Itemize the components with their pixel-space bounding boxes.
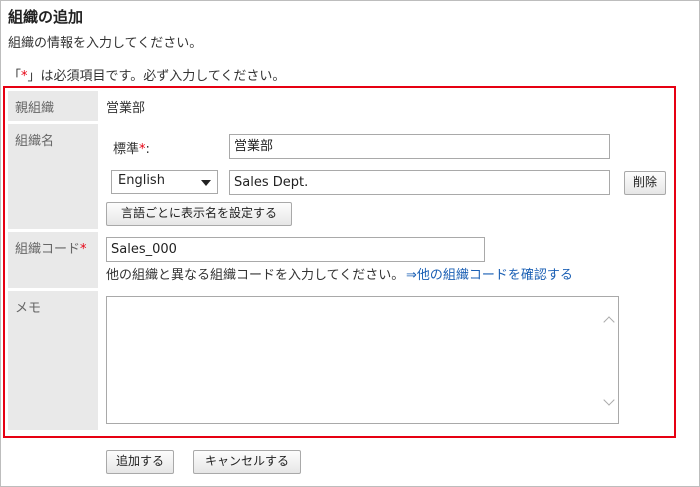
org-code-asterisk: * [80,242,87,257]
standard-label: 標準*: [113,138,150,157]
required-note-text: 」は必須項目です。必ず入力してください。 [27,69,286,84]
parent-org-label: 親組織 [8,91,98,121]
standard-label-text: 標準 [113,142,140,157]
language-select[interactable]: English [111,170,218,194]
scroll-down-icon[interactable] [603,394,615,406]
english-name-input[interactable]: Sales Dept. [229,170,610,195]
memo-textarea[interactable] [106,296,619,424]
standard-colon: : [145,142,150,157]
standard-name-input[interactable]: 営業部 [229,134,610,159]
delete-button[interactable]: 削除 [624,171,666,195]
org-code-label: 組織コード* [8,232,98,288]
org-code-input[interactable]: Sales_000 [106,237,485,262]
scroll-up-icon[interactable] [603,316,615,328]
check-org-codes-link[interactable]: ⇒他の組織コードを確認する [406,264,573,283]
org-code-help: 他の組織と異なる組織コードを入力してください。 [106,268,405,283]
set-display-name-button[interactable]: 言語ごとに表示名を設定する [106,202,292,226]
language-select-value: English [118,173,165,188]
chevron-down-icon [201,180,211,186]
required-note-open: 「 [8,69,22,84]
parent-org-value: 営業部 [106,101,146,116]
page-title: 組織の追加 [8,8,84,26]
cancel-button[interactable]: キャンセルする [193,450,301,474]
org-code-label-text: 組織コード [15,242,81,257]
add-button[interactable]: 追加する [106,450,174,474]
memo-label: メモ [8,291,98,430]
org-name-label: 組織名 [8,124,98,229]
required-note: 「*」は必須項目です。必ず入力してください。 [8,65,285,84]
page-subtitle: 組織の情報を入力してください。 [8,36,203,51]
